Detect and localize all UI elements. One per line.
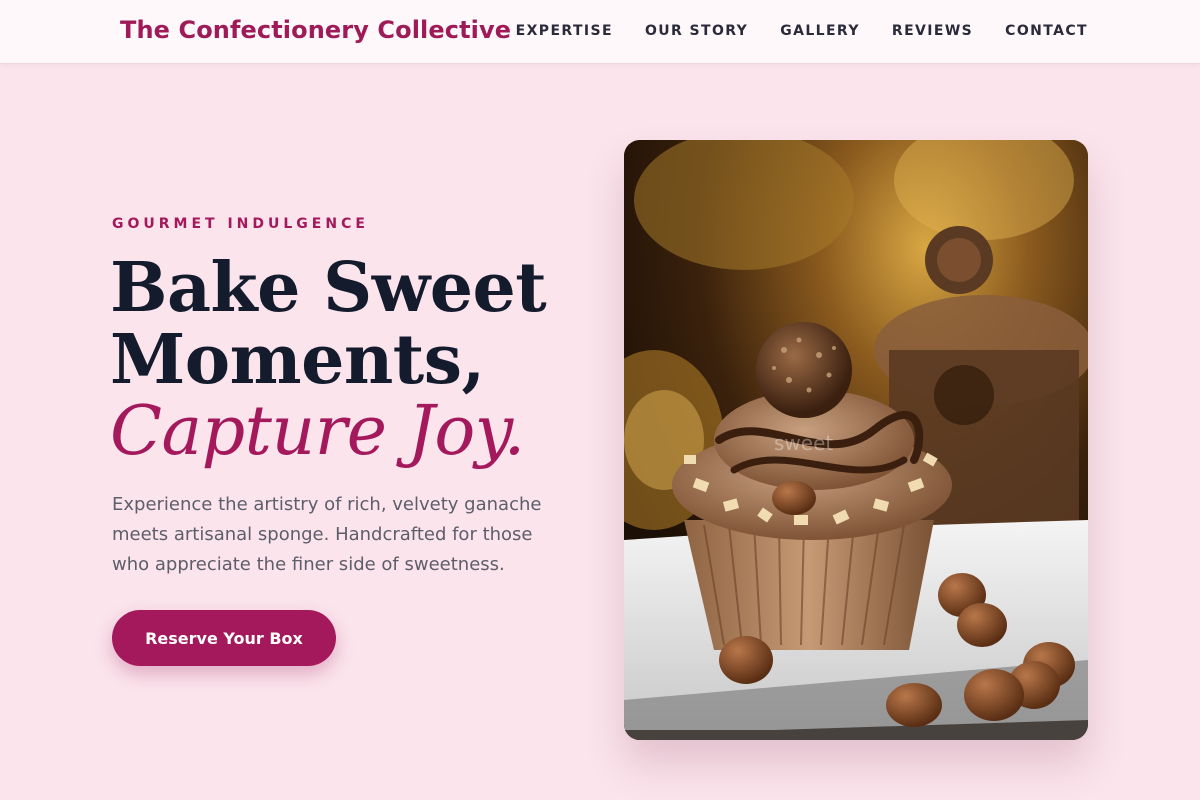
hero-eyebrow: GOURMET INDULGENCE [112, 216, 369, 232]
site-header: The Confectionery Collective EXPERTISE O… [0, 0, 1200, 64]
headline-line-1: Bake Sweet [110, 248, 547, 328]
nav-link-reviews[interactable]: REVIEWS [892, 23, 973, 39]
headline-accent: Capture Joy. [110, 392, 525, 471]
reserve-box-button[interactable]: Reserve Your Box [112, 610, 336, 666]
hero-image: sweet [624, 140, 1088, 740]
cupcake-illustration: sweet [624, 140, 1088, 740]
headline-line-2: Moments, [110, 320, 485, 400]
hero-headline: Bake Sweet Moments, Capture Joy. [110, 252, 590, 468]
image-watermark: sweet [774, 431, 833, 455]
hero-description: Experience the artistry of rich, velvety… [112, 494, 542, 575]
nav-link-expertise[interactable]: EXPERTISE [516, 23, 613, 39]
main-nav: EXPERTISE OUR STORY GALLERY REVIEWS CONT… [516, 23, 1088, 39]
brand-logo[interactable]: The Confectionery Collective [120, 16, 511, 44]
nav-link-our-story[interactable]: OUR STORY [645, 23, 748, 39]
nav-link-contact[interactable]: CONTACT [1005, 23, 1088, 39]
nav-link-gallery[interactable]: GALLERY [780, 23, 860, 39]
